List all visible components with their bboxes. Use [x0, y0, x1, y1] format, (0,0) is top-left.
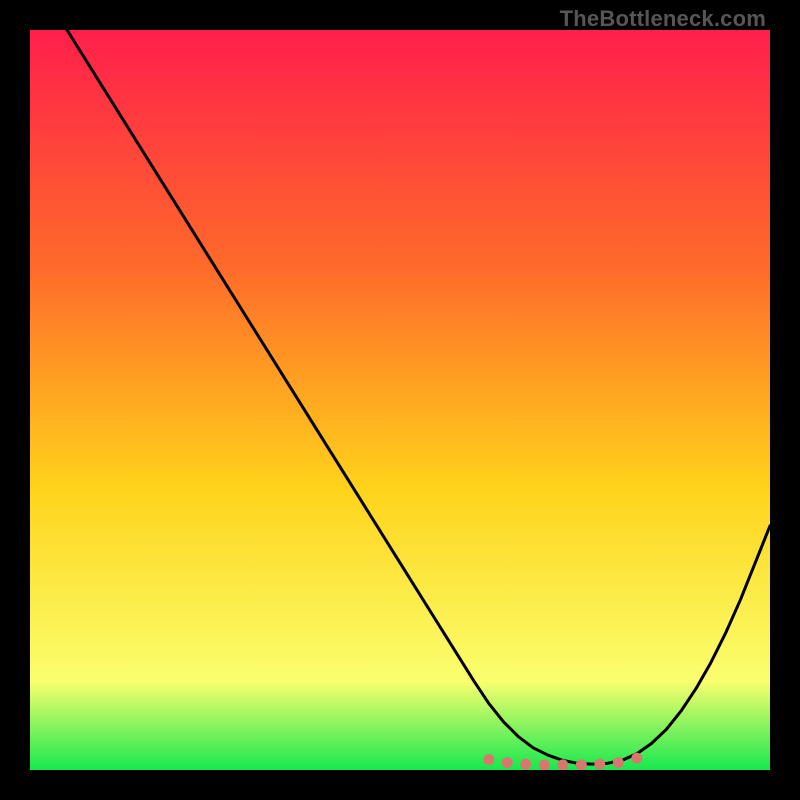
optimal-dot — [594, 759, 605, 770]
optimal-dot — [631, 753, 642, 764]
watermark-text: TheBottleneck.com — [560, 6, 766, 32]
optimal-dot — [502, 757, 513, 768]
optimal-dot — [557, 759, 568, 770]
chart-svg — [30, 30, 770, 770]
optimal-dot — [576, 759, 587, 770]
optimal-dot — [613, 757, 624, 768]
gradient-background — [30, 30, 770, 770]
optimal-dot — [520, 759, 531, 770]
optimal-dot — [483, 754, 494, 765]
optimal-dot — [539, 759, 550, 770]
chart-frame — [30, 30, 770, 770]
